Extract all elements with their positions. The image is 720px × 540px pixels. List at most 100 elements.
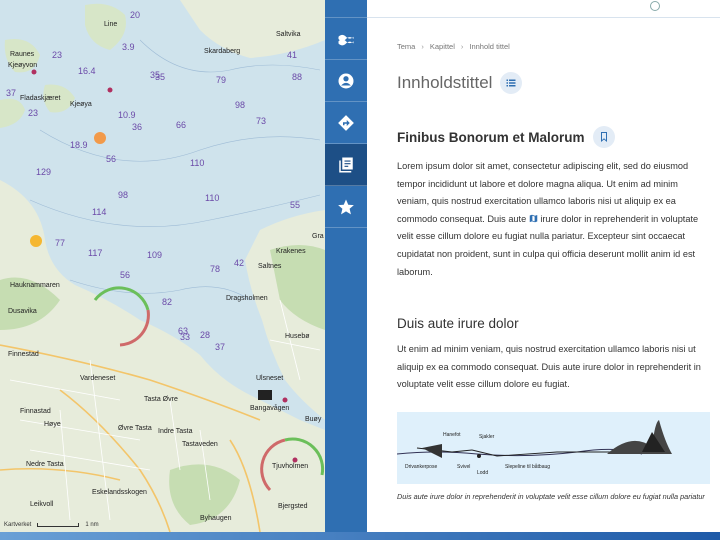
depth-label: 41 bbox=[287, 50, 297, 60]
section1-heading: Finibus Bonorum et Malorum bbox=[397, 129, 585, 145]
depth-label: 36 bbox=[132, 122, 142, 132]
depth-label: 56 bbox=[106, 154, 116, 164]
chevron-right-icon: › bbox=[421, 41, 424, 51]
depth-label: 98 bbox=[118, 190, 128, 200]
place-label: Leikvoll bbox=[30, 501, 54, 508]
depth-label: 73 bbox=[256, 116, 266, 126]
list-icon bbox=[506, 79, 516, 87]
star-icon bbox=[338, 199, 354, 214]
depth-label: 66 bbox=[176, 120, 186, 130]
page-title: Innholdstittel bbox=[397, 73, 493, 92]
rail-profile-button[interactable] bbox=[325, 60, 367, 102]
place-label: Kjeøyvon bbox=[8, 62, 37, 69]
breadcrumb: Tema › Kapittel › Innhold tittel bbox=[397, 36, 712, 56]
rail-content-button[interactable] bbox=[325, 144, 367, 186]
icon-rail bbox=[325, 0, 367, 532]
depth-label: 10.9 bbox=[118, 110, 136, 120]
waves-icon bbox=[338, 34, 354, 45]
rail-waves-button[interactable] bbox=[325, 18, 367, 60]
place-label: Øvre Tasta bbox=[118, 425, 152, 432]
depth-label: 42 bbox=[234, 258, 244, 268]
depth-label: 82 bbox=[162, 297, 172, 307]
depth-label: 109 bbox=[147, 250, 162, 260]
place-label: Kjeøya bbox=[70, 101, 92, 108]
buoy-marker-3 bbox=[282, 397, 288, 403]
place-label: Line bbox=[104, 21, 117, 28]
depth-label: 63 bbox=[178, 326, 188, 336]
land-north bbox=[180, 0, 325, 58]
place-label: Finnastad bbox=[20, 408, 51, 415]
nautical-map[interactable]: 20 3.9 35 23 16.4 35 79 41 88 37 10.9 98 23 36 66 73 18.… bbox=[0, 0, 325, 532]
place-label: Vardeneset bbox=[80, 375, 115, 382]
figure-caption: Duis aute irure dolor in reprehenderit i… bbox=[397, 491, 705, 501]
scale-label: 1 nm bbox=[85, 522, 99, 528]
depth-label: 79 bbox=[216, 75, 226, 85]
depth-label: 56 bbox=[120, 270, 130, 280]
depth-label: 35 bbox=[155, 72, 165, 82]
depth-label: 3.9 bbox=[122, 42, 135, 52]
sea-anchor-illustration: Hanefot Sjakler Drivankerpose Svivel Lod… bbox=[397, 411, 710, 484]
map-canvas[interactable]: 203.9352316.435 7941883710.9982336 66 7318.… bbox=[0, 0, 325, 532]
breadcrumb-item-current: Innhold tittel bbox=[469, 41, 510, 51]
bookmark-icon bbox=[600, 132, 607, 142]
depth-label: 114 bbox=[92, 207, 106, 217]
place-label: Fladaskjæret bbox=[20, 95, 61, 102]
title-row: Innholdstittel bbox=[397, 72, 712, 94]
harbor-symbol[interactable] bbox=[258, 390, 272, 400]
place-label: Indre Tasta bbox=[158, 428, 193, 435]
place-label: Tastaveden bbox=[182, 441, 218, 448]
info-icon[interactable] bbox=[650, 1, 660, 11]
depth-label: 18.9 bbox=[70, 140, 88, 150]
depth-label: 20 bbox=[130, 10, 140, 20]
bookmark-button[interactable] bbox=[592, 126, 615, 148]
place-label: Tasta Øvre bbox=[144, 396, 178, 403]
place-label: Raunes bbox=[10, 51, 35, 58]
section1-paragraph: Lorem ipsum dolor sit amet, consectetur … bbox=[397, 158, 712, 281]
depth-label: 16.4 bbox=[78, 66, 96, 76]
section2-heading: Duis aute irure dolor bbox=[397, 316, 519, 332]
fig-label-sjakler: Sjakler bbox=[479, 434, 495, 440]
place-label: Nedre Tasta bbox=[26, 461, 64, 468]
breadcrumb-item-tema[interactable]: Tema bbox=[397, 42, 415, 51]
table-of-contents-button[interactable] bbox=[500, 72, 523, 94]
place-label: Høye bbox=[44, 421, 61, 428]
rail-favorites-button[interactable] bbox=[325, 186, 367, 228]
bottom-bar bbox=[0, 532, 720, 540]
user-icon bbox=[338, 73, 354, 88]
rail-route-button[interactable] bbox=[325, 102, 367, 144]
poi-star-marker[interactable] bbox=[30, 235, 42, 247]
chevron-right-icon: › bbox=[460, 41, 464, 51]
attribution-text: Kartverket bbox=[4, 522, 32, 528]
depth-label: 88 bbox=[292, 72, 302, 82]
buoy-marker-2 bbox=[107, 87, 113, 93]
scale-bar bbox=[37, 523, 80, 527]
section2-paragraph: Ut enim ad minim veniam, quis nostrud ex… bbox=[397, 344, 701, 390]
place-label: Saltnes bbox=[258, 263, 282, 270]
place-label: Bjergsted bbox=[278, 503, 308, 510]
place-label: Saltvika bbox=[276, 31, 301, 38]
place-label: Dusavika bbox=[8, 308, 37, 315]
depth-label: 110 bbox=[190, 158, 204, 168]
directions-icon bbox=[338, 114, 354, 131]
depth-label: 28 bbox=[200, 330, 210, 340]
place-label: Ulsneset bbox=[256, 375, 283, 382]
light-marker[interactable] bbox=[94, 132, 106, 144]
depth-label: 23 bbox=[52, 50, 62, 60]
fig-label-svivel: Svivel bbox=[457, 464, 470, 470]
map-link-icon[interactable] bbox=[529, 212, 538, 223]
place-label: Hauknammaren bbox=[10, 282, 60, 289]
place-label: Krakenes bbox=[276, 248, 306, 255]
breadcrumb-item-kapittel[interactable]: Kapittel bbox=[430, 42, 455, 51]
place-label: Skardaberg bbox=[204, 48, 240, 55]
place-label: Finnestad bbox=[8, 351, 39, 358]
depth-label: 129 bbox=[36, 167, 51, 177]
depth-label: 37 bbox=[6, 88, 16, 98]
place-label: Byhaugen bbox=[200, 515, 232, 522]
island-4 bbox=[0, 98, 25, 128]
top-toolbar bbox=[367, 0, 720, 18]
depth-label: 77 bbox=[55, 238, 65, 248]
place-label: Tjuvholmen bbox=[272, 463, 308, 470]
depth-label: 23 bbox=[28, 108, 38, 118]
library-icon bbox=[339, 157, 353, 172]
buoy-marker-4 bbox=[292, 457, 298, 463]
